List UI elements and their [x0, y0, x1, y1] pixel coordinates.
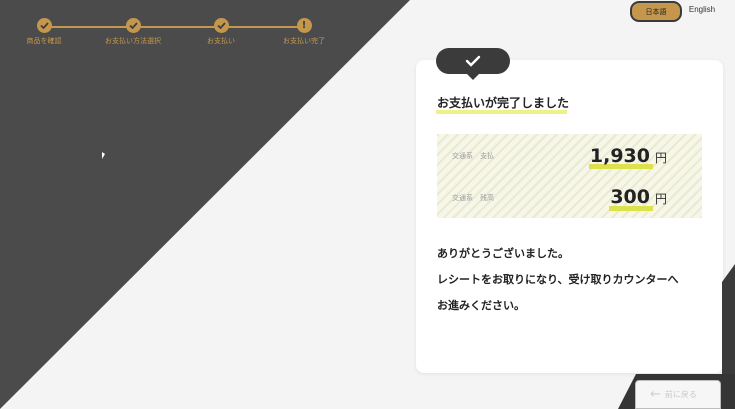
step-payment: お支払い	[181, 18, 261, 46]
payment-label: 交通系 支払	[452, 152, 494, 160]
back-button-label: 前に戻る	[664, 390, 697, 399]
step-payment-complete: ! お支払い完了	[264, 18, 344, 46]
exclamation-icon: !	[296, 18, 312, 33]
check-icon	[465, 55, 481, 67]
step-label: お支払い	[207, 37, 235, 45]
thanks-message: ありがとうございました。	[437, 247, 569, 260]
language-japanese-button[interactable]: 日本語	[630, 1, 682, 22]
payment-amount: 1,930	[589, 145, 650, 167]
mouse-cursor	[102, 152, 105, 159]
step-label: お支払い完了	[283, 37, 325, 45]
check-icon	[213, 18, 229, 33]
complete-badge	[436, 48, 510, 80]
step-label: 商品を確認	[26, 37, 62, 45]
step-label: お支払い方法選択	[105, 37, 161, 45]
page-title: お支払いが完了しました	[437, 96, 570, 110]
step-select-payment: お支払い方法選択	[93, 18, 173, 46]
back-button[interactable]: ← 前に戻る	[635, 380, 721, 409]
check-icon	[125, 18, 141, 33]
language-english-button[interactable]: English	[683, 1, 721, 18]
balance-label: 交通系 残高	[452, 194, 494, 202]
balance-amount: 300	[610, 186, 650, 208]
proceed-message: お進みください。	[437, 299, 525, 312]
check-icon	[36, 18, 52, 33]
step-confirm-product: 商品を確認	[4, 18, 84, 46]
arrow-left-icon: ←	[650, 387, 661, 402]
balance-unit: 円	[655, 192, 668, 206]
receipt-message: レシートをお取りになり、受け取りカウンターへ	[437, 273, 679, 286]
progress-stepper: 商品を確認 お支払い方法選択 お支払い ! お支払い完了	[0, 0, 360, 60]
payment-unit: 円	[655, 151, 668, 165]
